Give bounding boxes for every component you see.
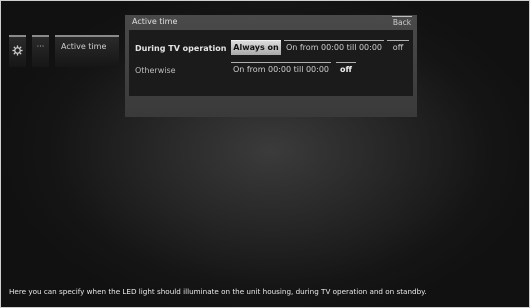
options-area: During TV operation Always on On from 00… xyxy=(129,30,413,96)
option-on-from-till-otherwise[interactable]: On from 00:00 till 00:00 xyxy=(231,62,331,77)
option-off-otherwise[interactable]: off xyxy=(336,62,356,77)
row-label-tv-operation: During TV operation xyxy=(135,44,227,53)
row-label-otherwise: Otherwise xyxy=(135,66,176,75)
option-on-from-till-tv[interactable]: On from 00:00 till 00:00 xyxy=(284,40,384,55)
ellipsis-icon: ··· xyxy=(36,42,45,51)
breadcrumb-active-time[interactable]: Active time xyxy=(55,35,119,67)
back-button[interactable]: Back xyxy=(392,16,412,28)
help-text: Here you can specify when the LED light … xyxy=(9,287,427,296)
option-always-on[interactable]: Always on xyxy=(231,40,281,55)
breadcrumb-label: Active time xyxy=(61,42,107,51)
active-time-panel: Active time Back During TV operation Alw… xyxy=(125,15,417,117)
tv-screen: ··· Active time Active time Back During … xyxy=(0,0,530,308)
breadcrumb-ellipsis[interactable]: ··· xyxy=(32,35,49,67)
option-off-tv[interactable]: off xyxy=(387,40,409,55)
breadcrumb-settings[interactable] xyxy=(9,35,26,67)
panel-title: Active time xyxy=(132,17,178,26)
gear-icon xyxy=(12,45,23,56)
